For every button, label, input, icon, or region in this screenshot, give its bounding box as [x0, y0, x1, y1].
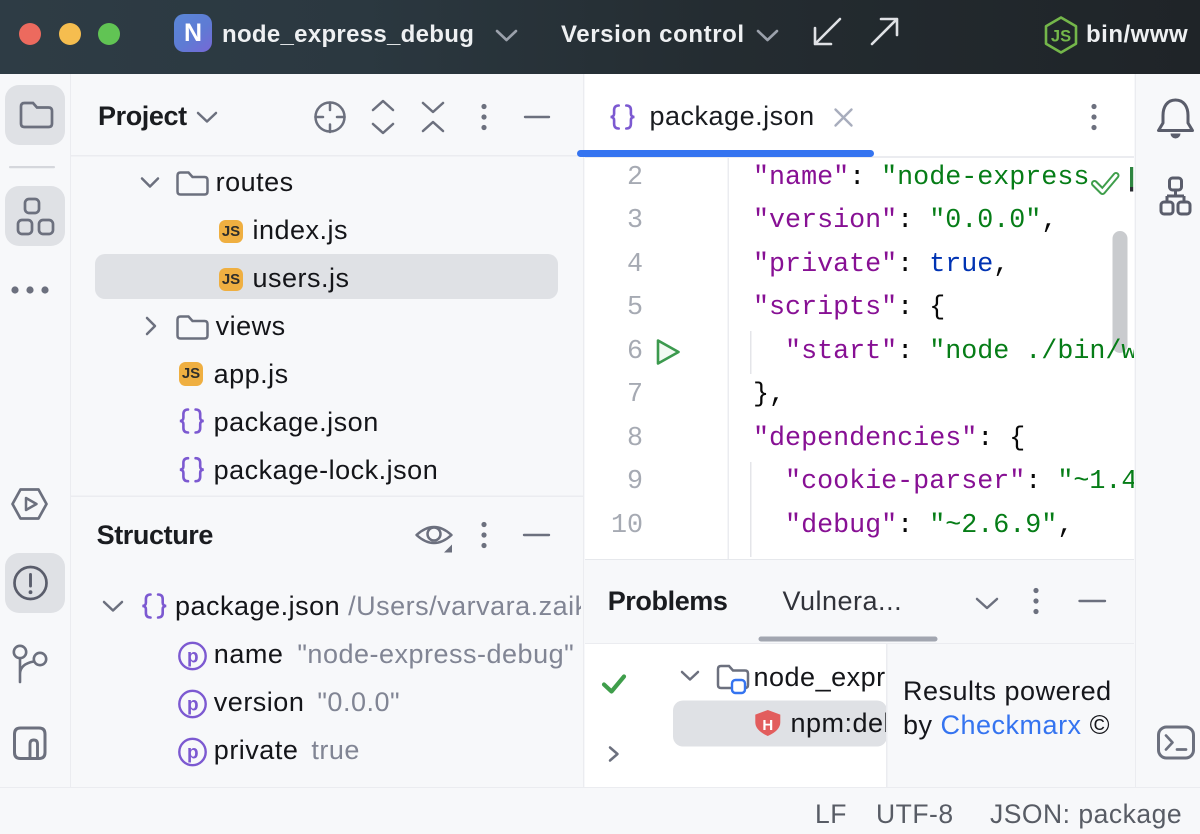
svg-text:p: p [187, 647, 199, 668]
svg-text:H: H [762, 717, 773, 734]
svg-text:p: p [187, 743, 199, 764]
svg-text:p: p [187, 695, 199, 716]
svg-text:JS: JS [1051, 28, 1071, 46]
